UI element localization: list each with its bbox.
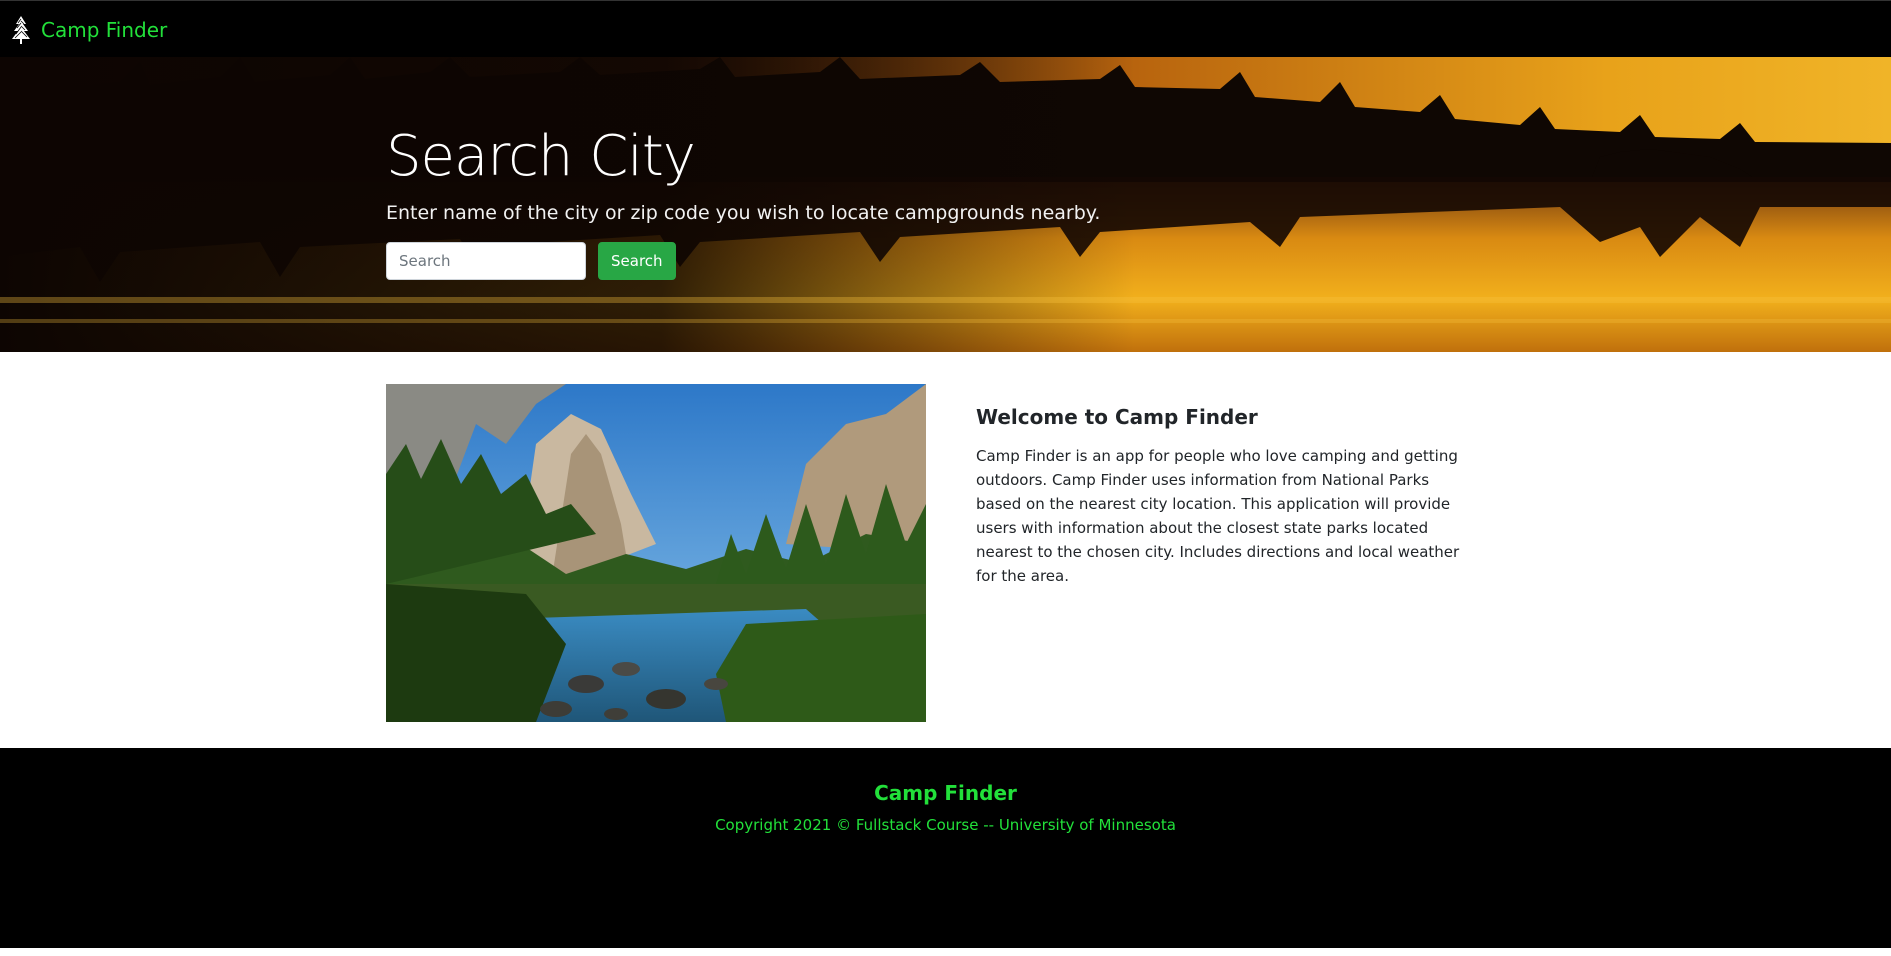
yosemite-photo [386, 384, 926, 722]
brand-label: Camp Finder [41, 18, 168, 42]
brand-link[interactable]: Camp Finder [10, 15, 167, 45]
hero-subtitle: Enter name of the city or zip code you w… [386, 202, 1101, 224]
search-form: Search [386, 242, 1100, 280]
welcome-title: Welcome to Camp Finder [976, 405, 1258, 429]
footer: Camp Finder Copyright 2021 © Fullstack C… [0, 748, 1891, 948]
hero-title: Search City [386, 124, 696, 189]
welcome-section: Welcome to Camp Finder Camp Finder is an… [976, 402, 1476, 588]
footer-title: Camp Finder [874, 781, 1017, 805]
welcome-description: Camp Finder is an app for people who lov… [976, 447, 1460, 585]
hero-banner: Search City Enter name of the city or zi… [0, 57, 1891, 352]
search-input[interactable] [386, 242, 586, 280]
navbar: Camp Finder [0, 0, 1891, 57]
footer-copyright: Copyright 2021 © Fullstack Course -- Uni… [715, 816, 1176, 834]
hero-content: Search City Enter name of the city or zi… [386, 125, 1100, 280]
search-button[interactable]: Search [598, 242, 676, 280]
tree-icon [12, 16, 30, 44]
